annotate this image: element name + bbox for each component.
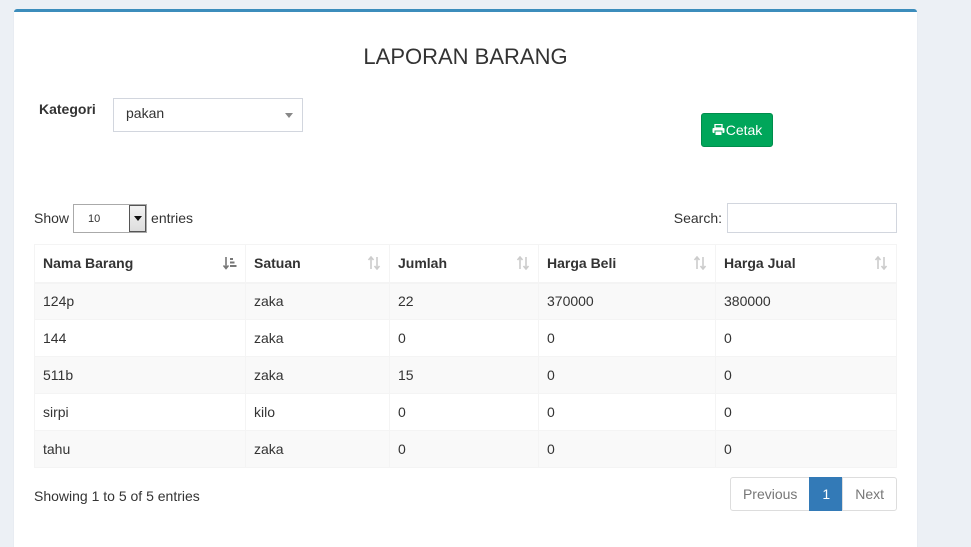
cell-satuan: kilo bbox=[245, 393, 390, 431]
cell-harga-beli: 0 bbox=[538, 319, 716, 357]
dropdown-arrow-icon[interactable] bbox=[129, 204, 147, 232]
cell-satuan: zaka bbox=[245, 282, 390, 320]
page-length-select[interactable]: 10 bbox=[73, 203, 148, 233]
search-input[interactable] bbox=[727, 203, 897, 233]
cell-harga-jual: 0 bbox=[715, 319, 897, 357]
sort-both-icon bbox=[874, 256, 888, 270]
search-label: Search: bbox=[673, 210, 722, 226]
cell-harga-jual: 380000 bbox=[715, 282, 897, 320]
table-row: 124p zaka 22 370000 380000 bbox=[34, 282, 897, 320]
cell-nama-barang: 511b bbox=[34, 356, 246, 394]
cell-jumlah: 0 bbox=[389, 430, 539, 468]
sort-both-icon bbox=[693, 256, 707, 270]
table-search: Search: bbox=[674, 203, 897, 233]
cell-satuan: zaka bbox=[245, 319, 390, 357]
cell-nama-barang: sirpi bbox=[34, 393, 246, 431]
report-panel: LAPORAN BARANG Kategori pakan Cetak Show… bbox=[14, 9, 917, 547]
next-page-button[interactable]: Next bbox=[842, 477, 897, 511]
chevron-down-icon bbox=[285, 113, 293, 118]
column-header-jumlah[interactable]: Jumlah bbox=[389, 244, 539, 284]
cell-satuan: zaka bbox=[245, 356, 390, 394]
pagination: Previous 1 Next bbox=[729, 477, 897, 511]
table-row: 511b zaka 15 0 0 bbox=[34, 356, 897, 394]
print-icon bbox=[712, 124, 725, 136]
table-row: tahu zaka 0 0 0 bbox=[34, 430, 897, 468]
page-title: LAPORAN BARANG bbox=[363, 44, 568, 69]
table-info: Showing 1 to 5 of 5 entries bbox=[34, 488, 200, 504]
cell-jumlah: 22 bbox=[389, 282, 539, 320]
cell-jumlah: 0 bbox=[389, 393, 539, 431]
sort-both-icon bbox=[516, 256, 530, 270]
cell-harga-jual: 0 bbox=[715, 430, 897, 468]
cell-harga-jual: 0 bbox=[715, 356, 897, 394]
entries-label: entries bbox=[151, 210, 194, 226]
sort-both-icon bbox=[367, 256, 381, 270]
cell-harga-beli: 0 bbox=[538, 356, 716, 394]
column-header-satuan[interactable]: Satuan bbox=[245, 244, 390, 284]
cell-jumlah: 0 bbox=[389, 319, 539, 357]
table-header-row: Nama Barang Satuan Jumlah Harga Beli Har… bbox=[34, 244, 897, 284]
column-header-harga-jual[interactable]: Harga Jual bbox=[715, 244, 897, 284]
show-label: Show bbox=[34, 210, 70, 226]
cell-nama-barang: 144 bbox=[34, 319, 246, 357]
report-table: Nama Barang Satuan Jumlah Harga Beli Har… bbox=[34, 244, 897, 468]
cell-nama-barang: tahu bbox=[34, 430, 246, 468]
cell-harga-jual: 0 bbox=[715, 393, 897, 431]
column-header-nama-barang[interactable]: Nama Barang bbox=[34, 244, 246, 284]
table-row: sirpi kilo 0 0 0 bbox=[34, 393, 897, 431]
cell-satuan: zaka bbox=[245, 430, 390, 468]
cell-nama-barang: 124p bbox=[34, 282, 246, 320]
column-header-harga-beli[interactable]: Harga Beli bbox=[538, 244, 716, 284]
sort-ascending-icon bbox=[223, 257, 237, 270]
cell-harga-beli: 0 bbox=[538, 393, 716, 431]
cell-harga-beli: 370000 bbox=[538, 282, 716, 320]
kategori-selected-value: pakan bbox=[126, 105, 165, 121]
table-row: 144 zaka 0 0 0 bbox=[34, 319, 897, 357]
cell-jumlah: 15 bbox=[389, 356, 539, 394]
kategori-select[interactable]: pakan bbox=[113, 98, 303, 132]
previous-page-button[interactable]: Previous bbox=[729, 477, 811, 511]
page-1-button[interactable]: 1 bbox=[809, 477, 844, 511]
page-length-control: Show 10 entries bbox=[34, 203, 193, 233]
cell-harga-beli: 0 bbox=[538, 430, 716, 468]
print-button-label: Cetak bbox=[725, 122, 763, 138]
page-length-value: 10 bbox=[88, 212, 101, 225]
print-button[interactable]: Cetak bbox=[701, 113, 773, 147]
kategori-label: Kategori bbox=[39, 101, 96, 117]
